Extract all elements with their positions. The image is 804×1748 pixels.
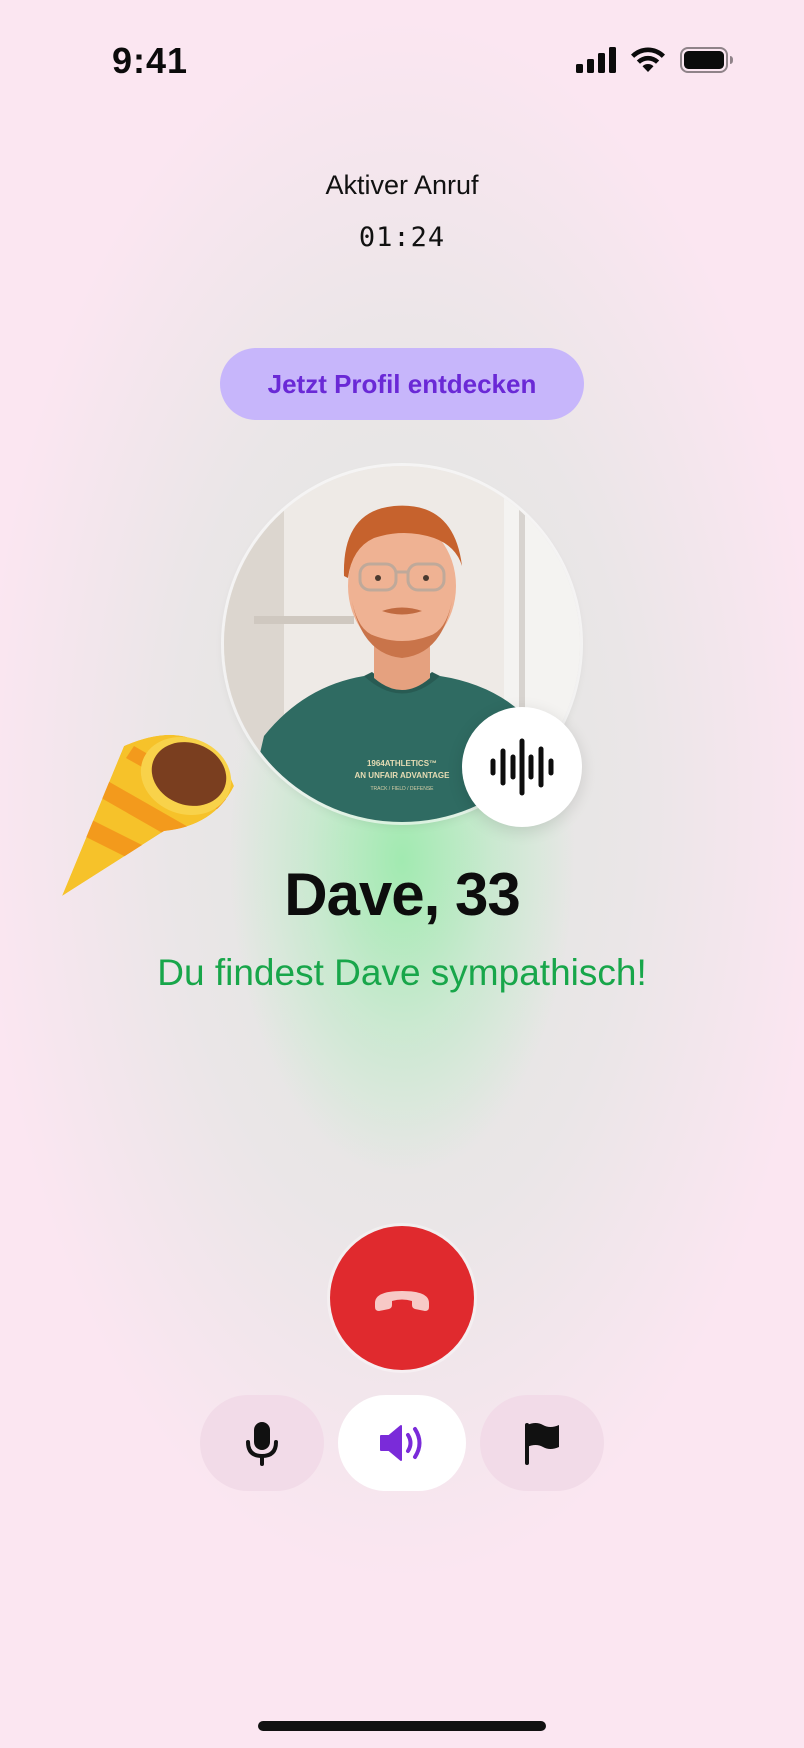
shirt-print-line2: AN UNFAIR ADVANTAGE xyxy=(355,771,451,780)
shirt-print-line1: 1964ATHLETICS™ xyxy=(367,759,437,768)
mute-button[interactable] xyxy=(200,1395,324,1491)
report-button[interactable] xyxy=(480,1395,604,1491)
status-bar: 9:41 xyxy=(0,0,804,120)
voice-waveform-badge xyxy=(462,707,582,827)
contact-name-age: Dave, 33 xyxy=(284,861,521,928)
sound-wave-icon xyxy=(490,738,554,796)
cellular-signal-icon xyxy=(576,46,616,73)
discover-profile-button[interactable]: Jetzt Profil entdecken xyxy=(220,348,584,420)
battery-icon xyxy=(680,46,733,73)
speaker-icon xyxy=(380,1425,422,1461)
phone-hangup-icon xyxy=(375,1291,429,1311)
speaker-button[interactable] xyxy=(338,1395,466,1491)
shirt-print-line3: TRACK / FIELD / DEFENSE xyxy=(370,786,434,792)
call-status-title: Aktiver Anruf xyxy=(325,170,479,200)
match-status-text: Du findest Dave sympathisch! xyxy=(157,952,647,993)
wifi-icon xyxy=(631,47,665,72)
status-time: 9:41 xyxy=(112,40,189,81)
home-indicator[interactable] xyxy=(258,1721,546,1731)
call-timer: 01:24 xyxy=(358,222,446,253)
flag-icon xyxy=(525,1423,559,1465)
microphone-icon xyxy=(246,1422,278,1466)
hangup-button[interactable] xyxy=(330,1226,474,1370)
status-icons xyxy=(576,46,734,73)
